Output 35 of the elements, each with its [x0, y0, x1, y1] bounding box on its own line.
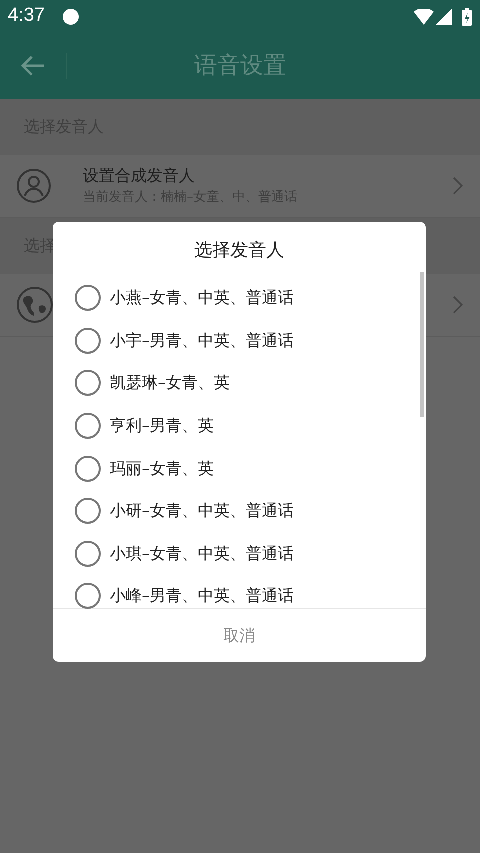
globe-icon [16, 286, 54, 324]
option-label: 亨利–男青、英 [110, 415, 214, 438]
radio-option[interactable]: 小燕–女青、中英、普通话 [53, 277, 426, 320]
header-title: 语音设置 [194, 52, 286, 81]
radio-button[interactable] [75, 456, 101, 482]
radio-option[interactable]: 小研–女青、中英、普通话 [53, 490, 426, 533]
battery-icon [462, 8, 472, 26]
back-arrow-icon [21, 55, 45, 77]
radio-button[interactable] [75, 370, 101, 396]
radio-option[interactable]: 凯瑟琳–女青、英 [53, 362, 426, 405]
option-label: 小研–女青、中英、普通话 [110, 500, 294, 522]
chevron-right-icon [452, 176, 464, 196]
option-label: 小燕–女青、中英、普通话 [110, 287, 294, 310]
dialog-title: 选择发音人 [194, 238, 284, 262]
radio-button[interactable] [75, 540, 101, 567]
radio-option[interactable]: 亨利–男青、英 [53, 404, 426, 448]
option-label: 小峰–男青、中英、普通话 [110, 585, 294, 608]
option-label: 玛丽–女青、英 [110, 458, 214, 480]
radio-option[interactable]: 小琪–女青、中英、普通话 [53, 532, 426, 576]
status-time: 4:37 [8, 4, 45, 28]
option-label: 小琪–女青、中英、普通话 [110, 542, 294, 565]
wifi-icon [414, 8, 434, 24]
option-label: 小宇–男青、中英、普通话 [110, 330, 294, 352]
radio-button[interactable] [75, 413, 101, 440]
row-title: 设置合成发音人 [83, 165, 196, 188]
chevron-right-icon [452, 295, 464, 315]
radio-option[interactable]: 玛丽–女青、英 [53, 447, 426, 490]
person-icon [16, 168, 52, 204]
radio-option[interactable]: 小宇–男青、中英、普通话 [53, 320, 426, 362]
radio-button[interactable] [75, 285, 101, 312]
radio-button[interactable] [75, 498, 101, 524]
radio-button[interactable] [75, 328, 101, 354]
signal-icon [436, 8, 452, 24]
notification-dot-icon [62, 8, 79, 24]
option-label: 凯瑟琳–女青、英 [110, 372, 230, 394]
